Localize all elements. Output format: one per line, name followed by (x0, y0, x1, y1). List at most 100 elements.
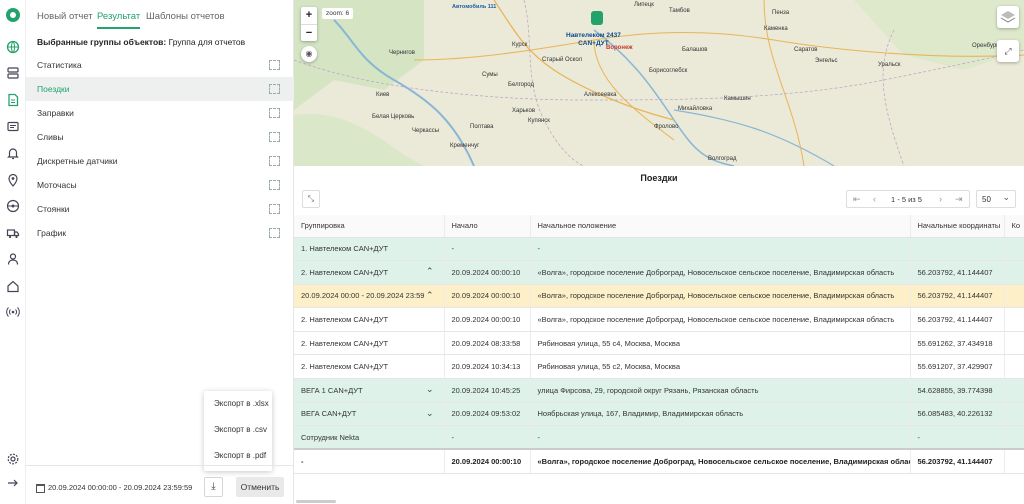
vehicle-label-name: Навтелеком 2437 (566, 32, 621, 39)
table-row[interactable]: 1. Навтелеком CAN+ДУТ - - (294, 237, 1024, 262)
table-cell: - (530, 425, 911, 450)
map-city-label: Харьков (512, 108, 536, 114)
tab-new-report[interactable]: Новый отчет (37, 11, 93, 22)
table-icon[interactable] (269, 204, 280, 214)
table-icon[interactable] (269, 156, 280, 166)
column-header[interactable]: Начальные координаты (910, 215, 1005, 238)
table-icon[interactable] (269, 60, 280, 70)
table-icon[interactable] (269, 108, 280, 118)
per-page-select[interactable]: 50 (976, 189, 1016, 208)
app-logo[interactable] (6, 8, 20, 22)
table-cell: улица Фирсова, 29, городской округ Рязан… (530, 378, 911, 403)
vehicle-marker[interactable] (591, 11, 603, 25)
group-item-trips[interactable]: Поездки (26, 77, 294, 101)
total-cell: - (294, 448, 445, 474)
table-row[interactable]: 2. Навтелеком CAN+ДУТ 20.09.2024 00:00:10… (294, 307, 1024, 332)
cancel-button[interactable]: Отменить (236, 477, 284, 497)
group-label: Статистика (37, 60, 82, 70)
table-icon[interactable] (269, 84, 280, 94)
chevron-up-icon[interactable]: ⌃ (426, 266, 434, 277)
truck-icon[interactable] (6, 226, 20, 240)
table-row[interactable]: 20.09.2024 00:00 - 20.09.2024 23:59 ⌃ 20.0… (294, 284, 1024, 309)
group-item-statistics[interactable]: Статистика (26, 53, 294, 77)
table-cell: - (910, 425, 1005, 450)
map-city-label: Сумы (482, 72, 498, 78)
radio-signal-icon[interactable] (6, 305, 20, 319)
group-item-parkings[interactable]: Стоянки (26, 197, 294, 221)
map-city-label: Тамбов (669, 8, 690, 14)
expand-arrow-icon[interactable] (6, 476, 20, 490)
column-header[interactable]: Начальное положение (530, 215, 911, 238)
download-button[interactable]: ⤓ (204, 477, 223, 497)
bell-icon[interactable] (6, 146, 20, 160)
table-cell: Ноябрьская улица, 167, Владимир, Владими… (530, 402, 911, 427)
table-row[interactable]: ВЕГА 1 CAN+ДУТ ⌄ 20.09.2024 10:45:25 улица … (294, 378, 1024, 403)
export-xlsx-item[interactable]: Экспорт в .xlsx (204, 391, 272, 417)
date-range[interactable]: 20.09.2024 00:00:00 - 20.09.2024 23:59:5… (36, 483, 192, 493)
chevron-down-icon[interactable]: ⌄ (426, 408, 434, 419)
next-page-icon[interactable]: › (939, 191, 942, 208)
group-label: Заправки (37, 108, 74, 118)
column-header[interactable]: Ко (1004, 215, 1024, 238)
column-header[interactable]: Начало (444, 215, 531, 238)
table-cell (910, 237, 1005, 262)
report-icon[interactable] (6, 93, 20, 107)
group-item-discrete-sensors[interactable]: Дискретные датчики (26, 149, 294, 173)
map-view[interactable]: Автомобиль 111 Чернигов Сумы Курск Киев … (294, 0, 1024, 166)
tab-result[interactable]: Результат (97, 11, 141, 29)
table-cell: 56.085483, 40.226132 (910, 402, 1005, 427)
map-city-label: Алексеевка (584, 92, 617, 98)
table-row[interactable]: Сотрудник Nekta - - - (294, 425, 1024, 450)
table-total-row: -20.09.2024 00:00:10 «Волга», городское п… (294, 448, 1024, 474)
home-icon[interactable] (6, 279, 20, 293)
table-cell: 20.09.2024 00:00 - 20.09.2024 23:59 ⌃ (294, 284, 445, 309)
location-pin-icon[interactable] (6, 173, 20, 187)
map-city-label: Фролово (654, 124, 679, 130)
table-row[interactable]: 2. Навтелеком CAN+ДУТ 20.09.2024 10:34:13… (294, 354, 1024, 380)
group-label: Стоянки (37, 204, 70, 214)
collapse-button[interactable]: ⤡ (302, 190, 320, 208)
zoom-in-button[interactable]: + (301, 7, 317, 24)
first-page-icon[interactable]: ⇤ (853, 191, 861, 208)
table-cell: 54.628855, 39.774398 (910, 378, 1005, 403)
visibility-button[interactable]: ◉ (301, 46, 317, 62)
prev-page-icon[interactable]: ‹ (873, 191, 876, 208)
table-cell: 20.09.2024 00:00:10 (444, 260, 531, 285)
group-label: Сливы (37, 132, 64, 142)
table-icon[interactable] (269, 228, 280, 238)
table-cell: ВЕГА CAN+ДУТ ⌄ (294, 402, 445, 427)
group-item-refuels[interactable]: Заправки (26, 101, 294, 125)
tab-templates[interactable]: Шаблоны отчетов (146, 11, 225, 22)
table-cell: Сотрудник Nekta (294, 425, 445, 450)
route-icon[interactable] (6, 66, 20, 80)
group-item-engine-hours[interactable]: Моточасы (26, 173, 294, 197)
calendar-icon (36, 483, 45, 493)
map-city-label: Полтава (470, 124, 494, 130)
export-csv-item[interactable]: Экспорт в .csv (204, 417, 272, 443)
pagination: ⇤ ‹ 1 - 5 из 5 › ⇥ (846, 190, 970, 208)
layers-icon (1000, 11, 1016, 23)
column-header[interactable]: Группировка (294, 215, 445, 238)
gear-icon[interactable] (6, 452, 20, 466)
table-row[interactable]: 2. Навтелеком CAN+ДУТ 20.09.2024 08:33:58… (294, 331, 1024, 356)
chevron-up-icon[interactable]: ⌃ (426, 290, 434, 301)
table-icon[interactable] (269, 132, 280, 142)
last-page-icon[interactable]: ⇥ (955, 191, 963, 208)
group-item-drains[interactable]: Сливы (26, 125, 294, 149)
table-icon[interactable] (269, 180, 280, 190)
message-icon[interactable] (6, 120, 20, 134)
horizontal-scrollbar[interactable] (296, 500, 336, 503)
table-row[interactable]: ВЕГА CAN+ДУТ ⌄ 20.09.2024 09:53:02 Ноябрьск… (294, 402, 1024, 427)
chevron-down-icon[interactable]: ⌄ (426, 384, 434, 395)
table-row[interactable]: 2. Навтелеком CAN+ДУТ ⌃ 20.09.2024 00:00:1… (294, 260, 1024, 285)
group-item-chart[interactable]: График (26, 221, 294, 245)
fullscreen-button[interactable]: ⤢ (997, 40, 1019, 62)
layers-button[interactable] (997, 6, 1019, 28)
globe-icon[interactable] (6, 40, 20, 54)
steering-wheel-icon[interactable] (6, 199, 20, 213)
map-city-label: Каменка (764, 26, 788, 32)
zoom-out-button[interactable]: − (301, 24, 317, 41)
group-label: Дискретные датчики (37, 156, 118, 166)
map-city-label: Липецк (634, 2, 654, 8)
user-icon[interactable] (6, 252, 20, 266)
